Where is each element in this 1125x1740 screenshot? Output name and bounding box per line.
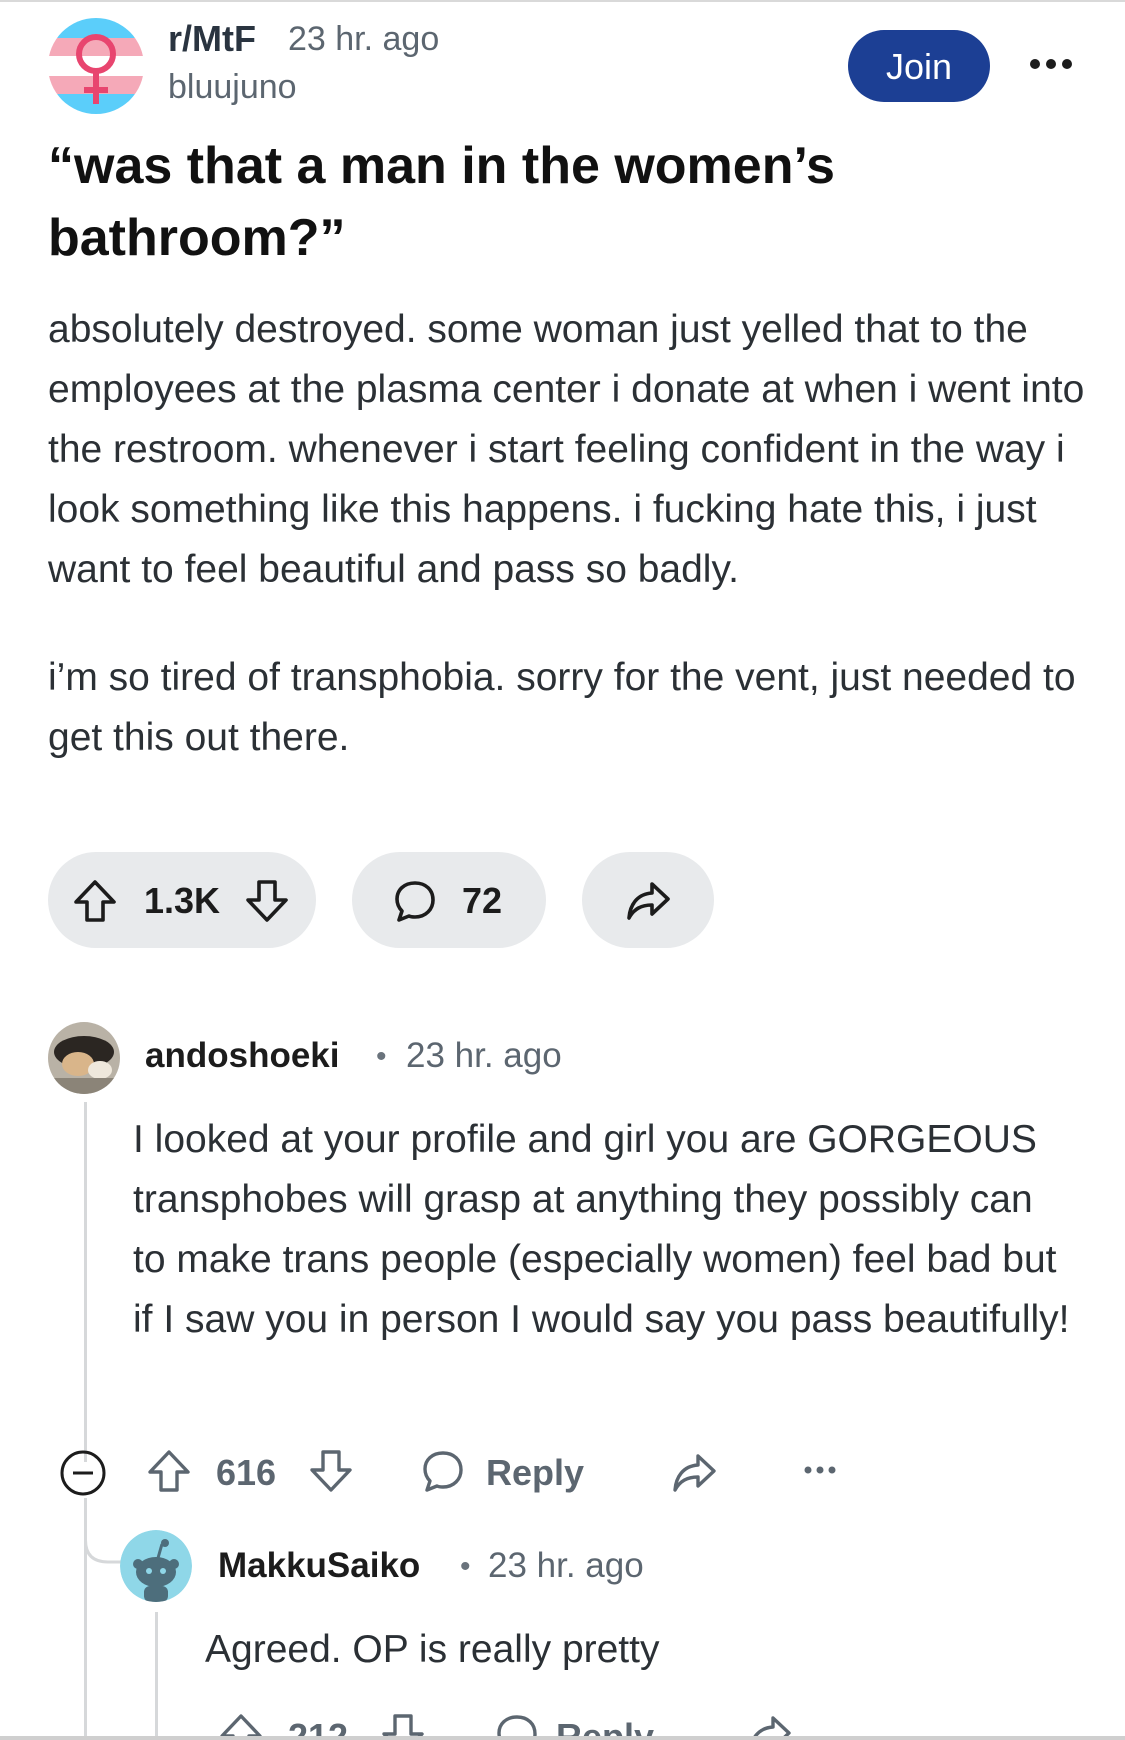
reply-icon[interactable]	[420, 1448, 466, 1494]
downvote-icon[interactable]	[244, 878, 290, 924]
avatar[interactable]	[48, 1022, 120, 1094]
comment-body: Agreed. OP is really pretty	[205, 1628, 660, 1671]
post-time: 23 hr. ago	[288, 20, 440, 58]
share-button[interactable]	[582, 852, 714, 948]
reply-icon[interactable]	[494, 1712, 540, 1736]
comment-vote-count: 212	[288, 1716, 348, 1736]
comment-time: 23 hr. ago	[406, 1036, 562, 1075]
downvote-icon[interactable]	[308, 1448, 354, 1494]
post-body: absolutely destroyed. some woman just ye…	[48, 300, 1098, 768]
user-photo-avatar-icon	[48, 1022, 120, 1094]
thread-connector	[84, 1510, 124, 1564]
comment-time: 23 hr. ago	[488, 1546, 644, 1585]
trans-flag-avatar-icon	[48, 18, 144, 114]
post-author[interactable]: bluujuno	[168, 68, 297, 107]
post-body-paragraph: absolutely destroyed. some woman just ye…	[48, 308, 1085, 591]
post-body-paragraph: i’m so tired of transphobia. sorry for t…	[48, 656, 1076, 759]
reply-button[interactable]: Reply	[556, 1716, 654, 1736]
separator-dot: •	[460, 1550, 471, 1583]
post-comment-count: 72	[462, 880, 503, 921]
bottom-divider	[0, 1736, 1125, 1740]
comments-button[interactable]: 72	[352, 852, 546, 948]
subreddit-avatar[interactable]	[48, 18, 144, 114]
comment-username[interactable]: andoshoeki	[145, 1036, 339, 1076]
join-button[interactable]: Join	[848, 30, 990, 102]
comment-body: I looked at your profile and girl you ar…	[133, 1118, 1070, 1341]
avatar[interactable]	[120, 1530, 192, 1602]
more-icon[interactable]	[1026, 44, 1076, 84]
vote-pill: 1.3K	[48, 852, 316, 948]
upvote-icon[interactable]	[218, 1712, 264, 1736]
upvote-icon[interactable]	[146, 1448, 192, 1494]
subreddit-name[interactable]: r/MtF	[168, 18, 256, 60]
more-icon[interactable]	[802, 1460, 838, 1480]
share-icon[interactable]	[745, 1712, 793, 1736]
collapse-icon[interactable]	[58, 1448, 108, 1498]
post-title[interactable]: “was that a man in the women’s bathroom?…	[48, 130, 1078, 274]
separator-dot: •	[376, 1040, 387, 1073]
comment-icon	[395, 881, 435, 922]
upvote-icon[interactable]	[72, 878, 118, 924]
downvote-icon[interactable]	[380, 1712, 426, 1736]
share-icon[interactable]	[670, 1450, 718, 1496]
snoo-avatar-icon	[120, 1530, 192, 1602]
comment-actions: 212 Reply	[0, 1700, 1125, 1736]
share-icon	[627, 882, 670, 920]
comment-vote-count: 616	[216, 1452, 277, 1493]
thread-line[interactable]	[84, 1102, 87, 1462]
post-vote-count: 1.3K	[144, 880, 221, 921]
comment-username[interactable]: MakkuSaiko	[218, 1546, 420, 1586]
top-divider	[0, 0, 1125, 2]
reply-button[interactable]: Reply	[486, 1452, 584, 1494]
